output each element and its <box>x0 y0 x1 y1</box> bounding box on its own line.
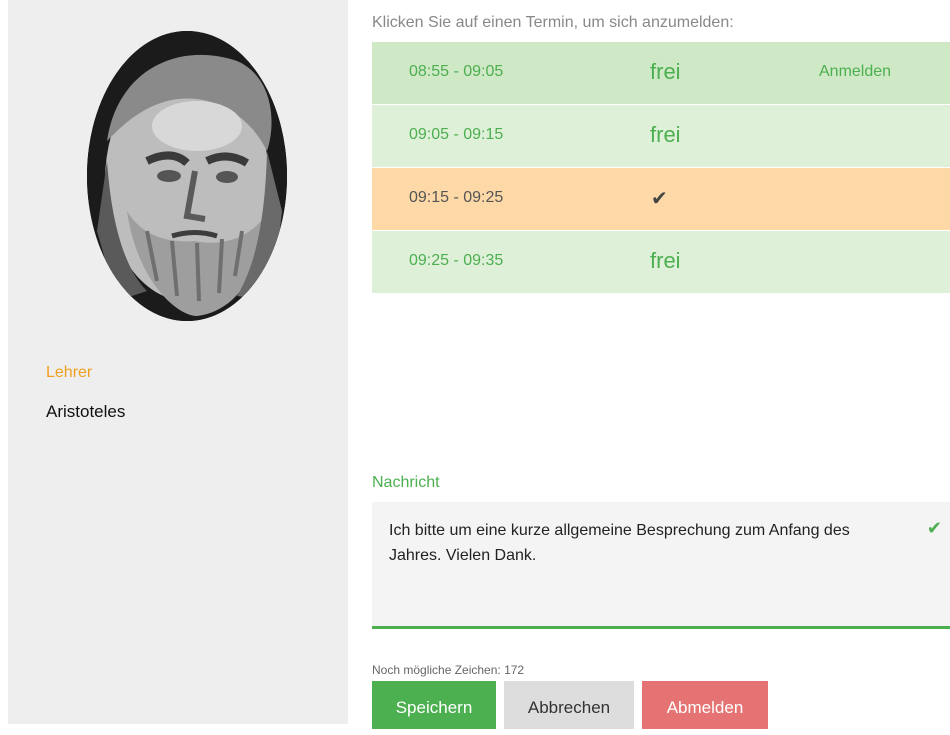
valid-checkmark-icon: ✔ <box>926 518 942 538</box>
role-label: Lehrer <box>46 364 93 381</box>
bust-image <box>87 31 287 321</box>
cancel-button[interactable]: Abbrechen <box>504 681 634 729</box>
slot-status: frei <box>650 59 681 84</box>
teacher-profile-panel: Lehrer Aristoteles <box>8 0 348 724</box>
time-slot-0915[interactable]: 09:15 - 09:25 ✔ <box>372 168 950 231</box>
message-label: Nachricht <box>372 474 440 491</box>
slot-time: 09:15 - 09:25 <box>409 189 504 206</box>
booking-instruction: Klicken Sie auf einen Termin, um sich an… <box>372 14 734 31</box>
slot-status: frei <box>650 122 681 147</box>
teacher-portrait <box>87 31 287 321</box>
time-slot-0925[interactable]: 09:25 - 09:35 frei <box>372 231 950 294</box>
time-slot-0855[interactable]: 08:55 - 09:05 frei Anmelden <box>372 42 950 105</box>
remaining-characters: Noch mögliche Zeichen: 172 <box>372 663 525 677</box>
slot-time: 09:25 - 09:35 <box>409 252 504 269</box>
message-text[interactable]: Ich bitte um eine kurze allgemeine Bespr… <box>389 518 859 568</box>
message-textarea[interactable]: Ich bitte um eine kurze allgemeine Bespr… <box>372 502 950 629</box>
save-button[interactable]: Speichern <box>372 681 496 729</box>
time-slot-list: 08:55 - 09:05 frei Anmelden 09:05 - 09:1… <box>372 42 950 294</box>
slot-time: 08:55 - 09:05 <box>409 63 504 80</box>
checkmark-icon: ✔ <box>651 188 668 210</box>
slot-time: 09:05 - 09:15 <box>409 126 504 143</box>
logout-button[interactable]: Abmelden <box>642 681 768 729</box>
register-link[interactable]: Anmelden <box>819 63 891 81</box>
teacher-name: Aristoteles <box>46 402 126 421</box>
time-slot-0905[interactable]: 09:05 - 09:15 frei <box>372 105 950 168</box>
slot-status: frei <box>650 248 681 273</box>
